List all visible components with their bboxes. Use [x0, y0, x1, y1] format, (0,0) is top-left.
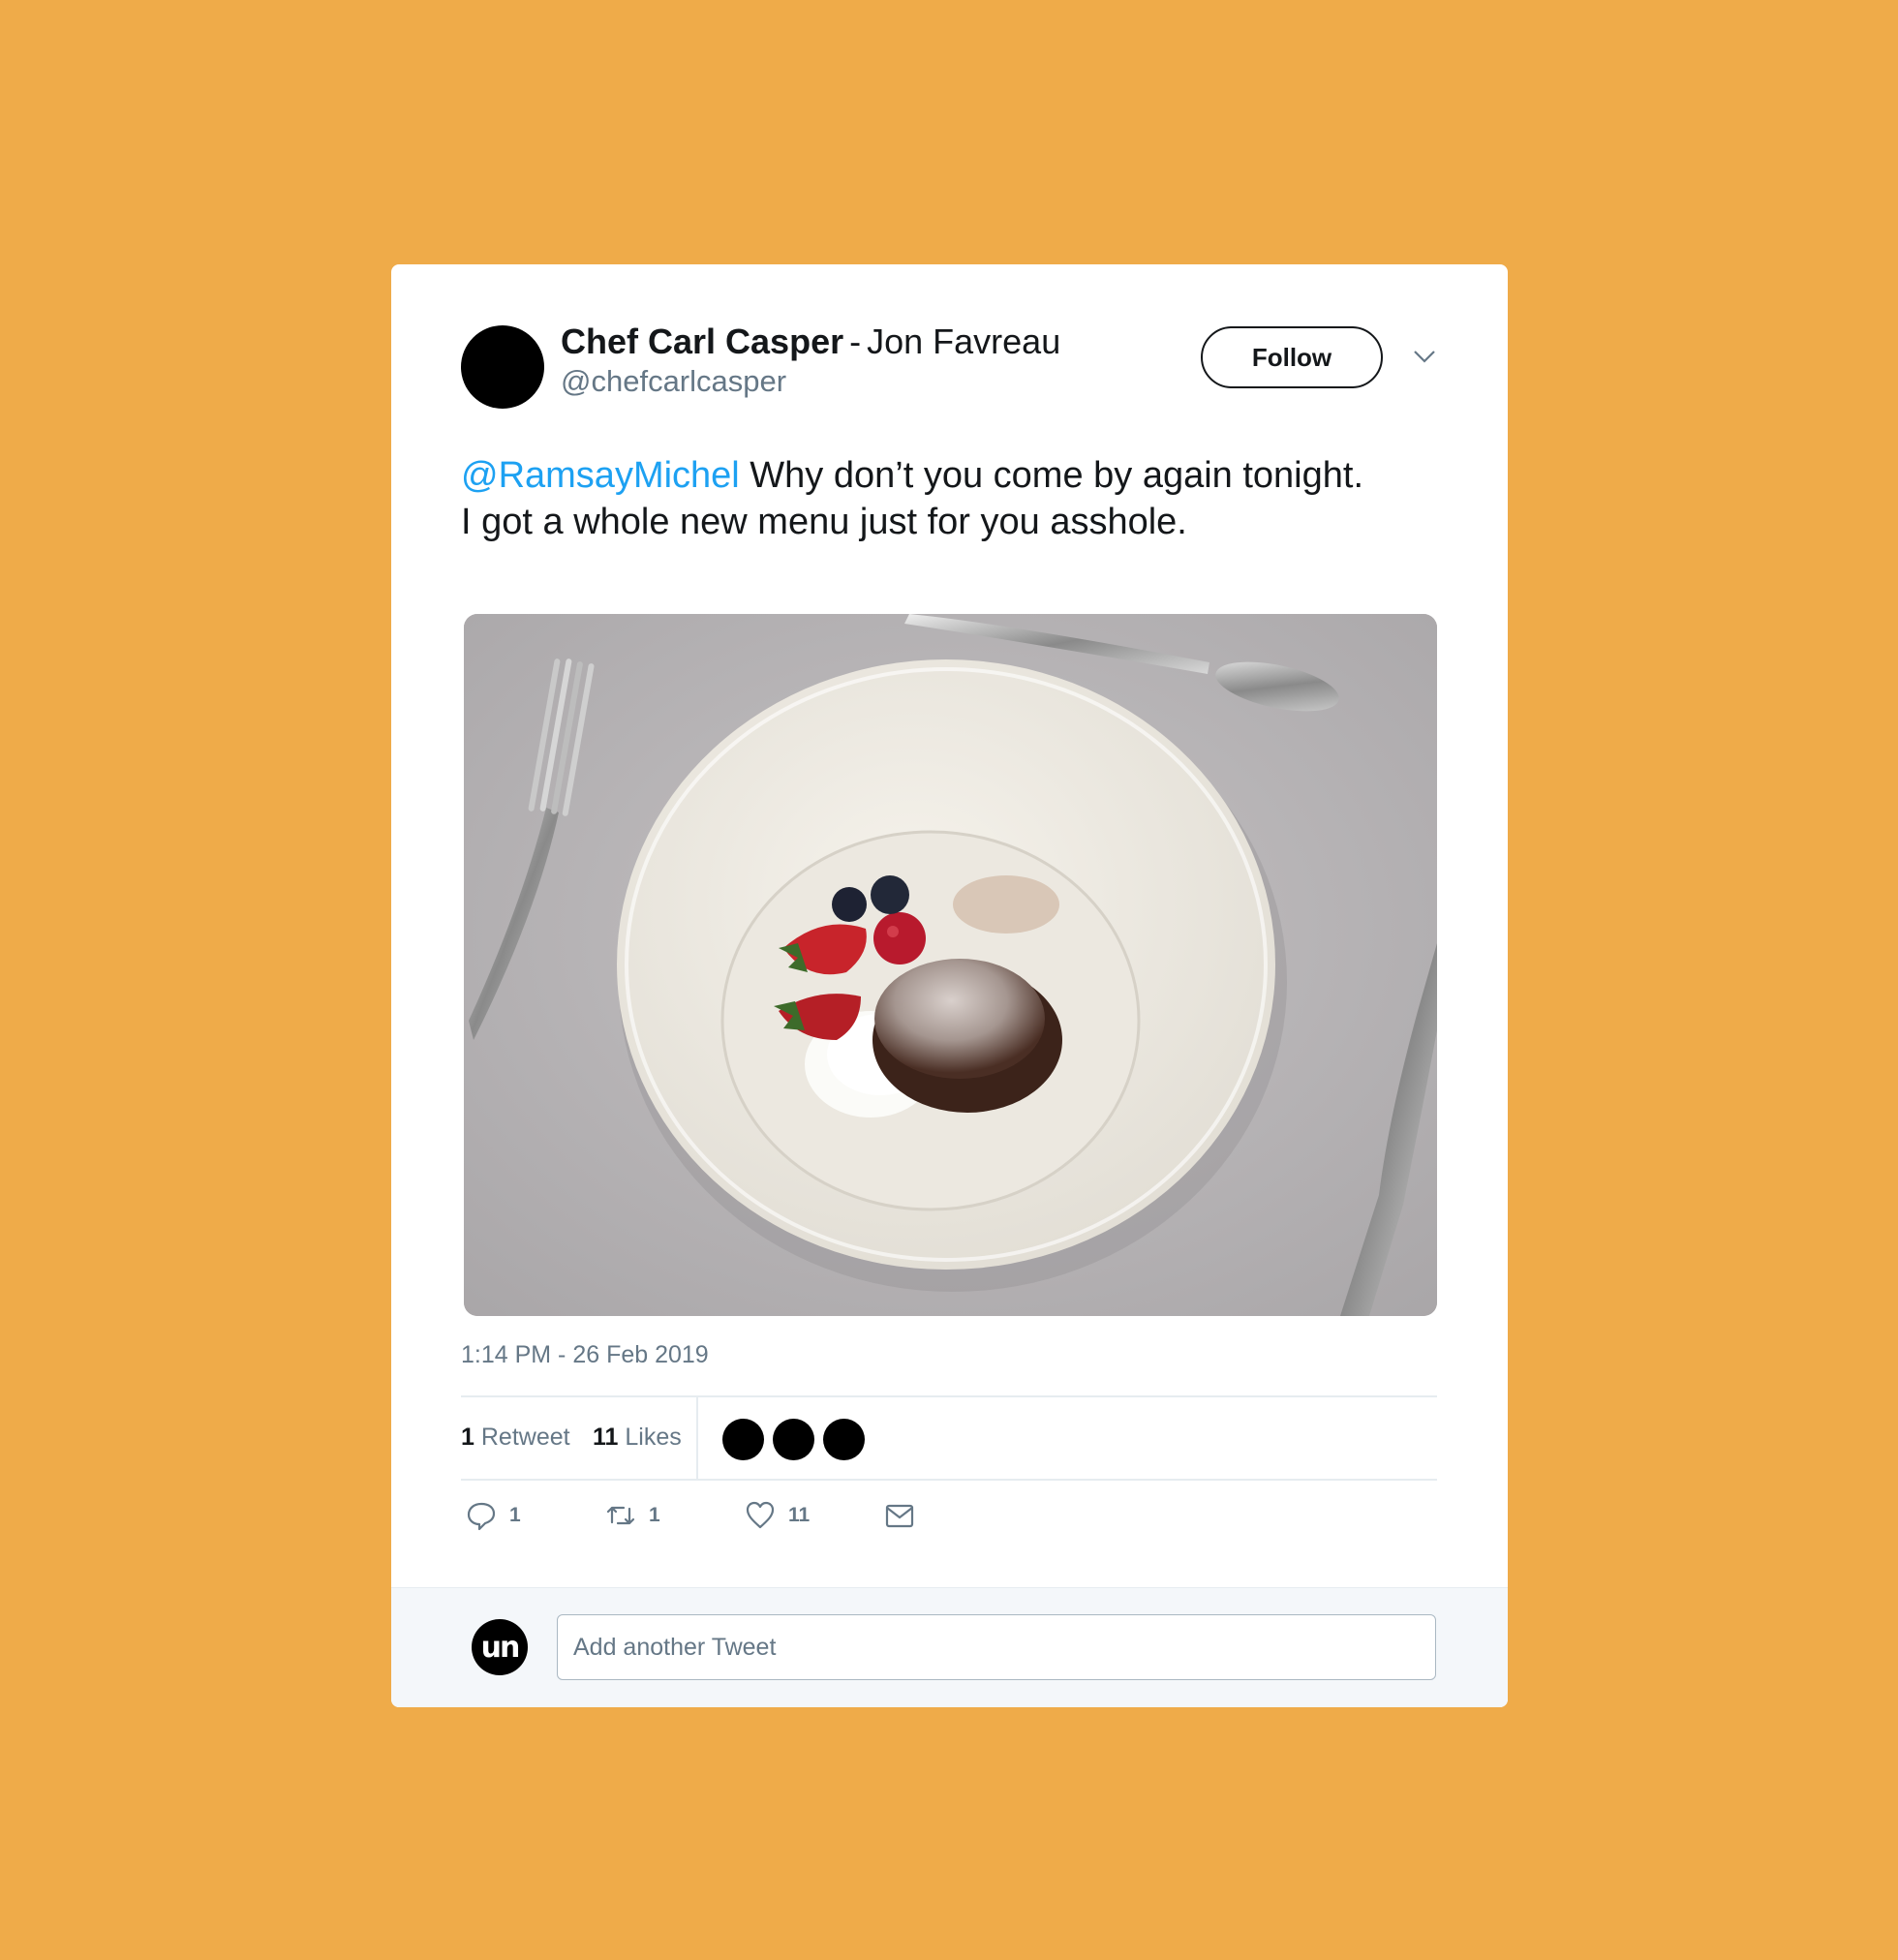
divider-bottom — [461, 1479, 1437, 1481]
author-avatar[interactable] — [461, 325, 544, 409]
mention-link[interactable]: @RamsayMichel — [461, 455, 740, 496]
like-count: 11 — [788, 1504, 811, 1526]
liker-avatar[interactable] — [823, 1419, 865, 1460]
name-separator: - — [849, 322, 862, 361]
reply-icon — [467, 1502, 496, 1531]
chevron-down-icon[interactable] — [1410, 342, 1439, 371]
author-actor-name: Jon Favreau — [867, 322, 1061, 361]
follow-button[interactable]: Follow — [1201, 326, 1383, 388]
reply-composer: un — [391, 1587, 1508, 1707]
liker-avatar[interactable] — [773, 1419, 814, 1460]
dessert-plate-image — [464, 614, 1437, 1316]
reply-count: 1 — [509, 1504, 521, 1526]
direct-message-button[interactable] — [883, 1494, 916, 1537]
liker-avatar[interactable] — [722, 1419, 764, 1460]
retweet-button[interactable]: 1 — [604, 1494, 660, 1537]
tweet-card: Chef Carl Casper - Jon Favreau @chefcarlca… — [391, 264, 1508, 1707]
stats-divider — [696, 1397, 698, 1479]
composer-avatar: un — [472, 1619, 528, 1675]
tweet-text-line-2: I got a whole new menu just for you assh… — [461, 502, 1187, 542]
likes-stat-count: 11 — [593, 1424, 619, 1451]
tweet-timestamp[interactable]: 1:14 PM - 26 Feb 2019 — [461, 1341, 709, 1369]
tweet-photo[interactable] — [464, 614, 1437, 1316]
likes-stat-label: Likes — [625, 1424, 682, 1451]
tweet-text-line-1: @RamsayMichel Why don’t you come by agai… — [461, 452, 1439, 499]
tweet-header: Chef Carl Casper - Jon Favreau @chefcarlca… — [461, 321, 1439, 409]
like-button[interactable]: 11 — [744, 1494, 810, 1537]
add-tweet-input[interactable] — [557, 1614, 1436, 1680]
tweet-text: @RamsayMichel Why don’t you come by agai… — [461, 452, 1439, 545]
likes-stat[interactable]: 11 Likes — [593, 1424, 682, 1452]
tweet-text-line-1-rest: Why don’t you come by again tonight. — [739, 455, 1364, 496]
retweet-stat[interactable]: 1 Retweet — [461, 1424, 570, 1452]
heart-icon — [746, 1501, 775, 1529]
retweet-stat-label: Retweet — [480, 1424, 570, 1451]
author-name-line: Chef Carl Casper - Jon Favreau — [561, 321, 1060, 363]
reply-button[interactable]: 1 — [465, 1494, 521, 1537]
retweet-stat-count: 1 — [461, 1424, 474, 1451]
retweet-count: 1 — [649, 1504, 660, 1526]
envelope-icon — [885, 1504, 914, 1528]
tweet-stats: 1 Retweet 11 Likes — [461, 1397, 1437, 1479]
tweet-actions: 1 1 11 — [461, 1494, 1437, 1552]
retweet-icon — [606, 1506, 635, 1525]
author-display-name[interactable]: Chef Carl Casper — [561, 322, 843, 361]
author-handle[interactable]: @chefcarlcasper — [561, 363, 786, 400]
